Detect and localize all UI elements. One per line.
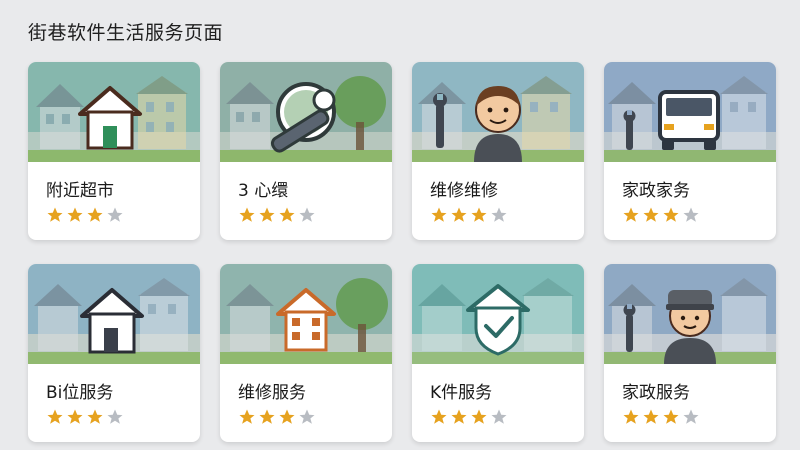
star-filled-icon	[258, 408, 276, 426]
star-empty-icon	[298, 408, 316, 426]
star-rating	[238, 408, 316, 426]
card-illustration	[412, 62, 584, 162]
star-filled-icon	[662, 408, 680, 426]
star-rating	[430, 408, 508, 426]
star-filled-icon	[642, 206, 660, 224]
service-card-repair-tools[interactable]: 3 心缳	[220, 62, 392, 240]
card-label: 附近超市	[46, 181, 114, 201]
star-filled-icon	[430, 408, 448, 426]
page-title: 街巷软件生活服务页面	[28, 22, 224, 44]
star-rating	[622, 408, 700, 426]
star-filled-icon	[470, 408, 488, 426]
star-filled-icon	[278, 206, 296, 224]
star-filled-icon	[278, 408, 296, 426]
service-card-repair-service[interactable]: 维修服务	[220, 264, 392, 442]
star-rating	[46, 408, 124, 426]
star-rating	[46, 206, 124, 224]
person-icon	[474, 86, 522, 162]
star-filled-icon	[622, 206, 640, 224]
service-card-housekeeping[interactable]: 家政家务	[604, 62, 776, 240]
star-filled-icon	[470, 206, 488, 224]
star-empty-icon	[106, 408, 124, 426]
card-illustration	[220, 264, 392, 364]
card-illustration	[604, 264, 776, 364]
star-filled-icon	[430, 206, 448, 224]
star-filled-icon	[258, 206, 276, 224]
star-filled-icon	[450, 206, 468, 224]
star-filled-icon	[642, 408, 660, 426]
card-label: 维修服务	[238, 383, 306, 403]
star-rating	[430, 206, 508, 224]
card-label: K件服务	[430, 383, 493, 403]
card-label: 家政服务	[622, 383, 690, 403]
star-filled-icon	[46, 408, 64, 426]
card-illustration	[412, 264, 584, 364]
card-illustration	[220, 62, 392, 162]
star-filled-icon	[66, 206, 84, 224]
star-empty-icon	[682, 206, 700, 224]
star-empty-icon	[490, 408, 508, 426]
star-filled-icon	[622, 408, 640, 426]
star-filled-icon	[238, 206, 256, 224]
card-illustration	[604, 62, 776, 162]
card-label: 维修维修	[430, 181, 498, 201]
service-card-supermarket[interactable]: 附近超市	[28, 62, 200, 240]
service-card-repair[interactable]: 维修维修	[412, 62, 584, 240]
star-empty-icon	[298, 206, 316, 224]
card-label: 3 心缳	[238, 181, 289, 201]
star-empty-icon	[682, 408, 700, 426]
star-filled-icon	[66, 408, 84, 426]
star-filled-icon	[238, 408, 256, 426]
van-icon	[658, 90, 720, 150]
card-illustration	[28, 264, 200, 364]
card-label: Bi位服务	[46, 383, 114, 403]
service-grid: 附近超市 3 心缳 维修维修 家政家务 Bi位服务 维修服务 K件服务 家政服务	[28, 62, 776, 442]
star-rating	[238, 206, 316, 224]
service-card-location[interactable]: Bi位服务	[28, 264, 200, 442]
star-empty-icon	[490, 206, 508, 224]
star-filled-icon	[662, 206, 680, 224]
star-filled-icon	[86, 408, 104, 426]
service-card-parts[interactable]: K件服务	[412, 264, 584, 442]
service-card-home-service[interactable]: 家政服务	[604, 264, 776, 442]
card-illustration	[28, 62, 200, 162]
star-empty-icon	[106, 206, 124, 224]
card-label: 家政家务	[622, 181, 690, 201]
star-filled-icon	[86, 206, 104, 224]
star-filled-icon	[450, 408, 468, 426]
star-rating	[622, 206, 700, 224]
star-filled-icon	[46, 206, 64, 224]
